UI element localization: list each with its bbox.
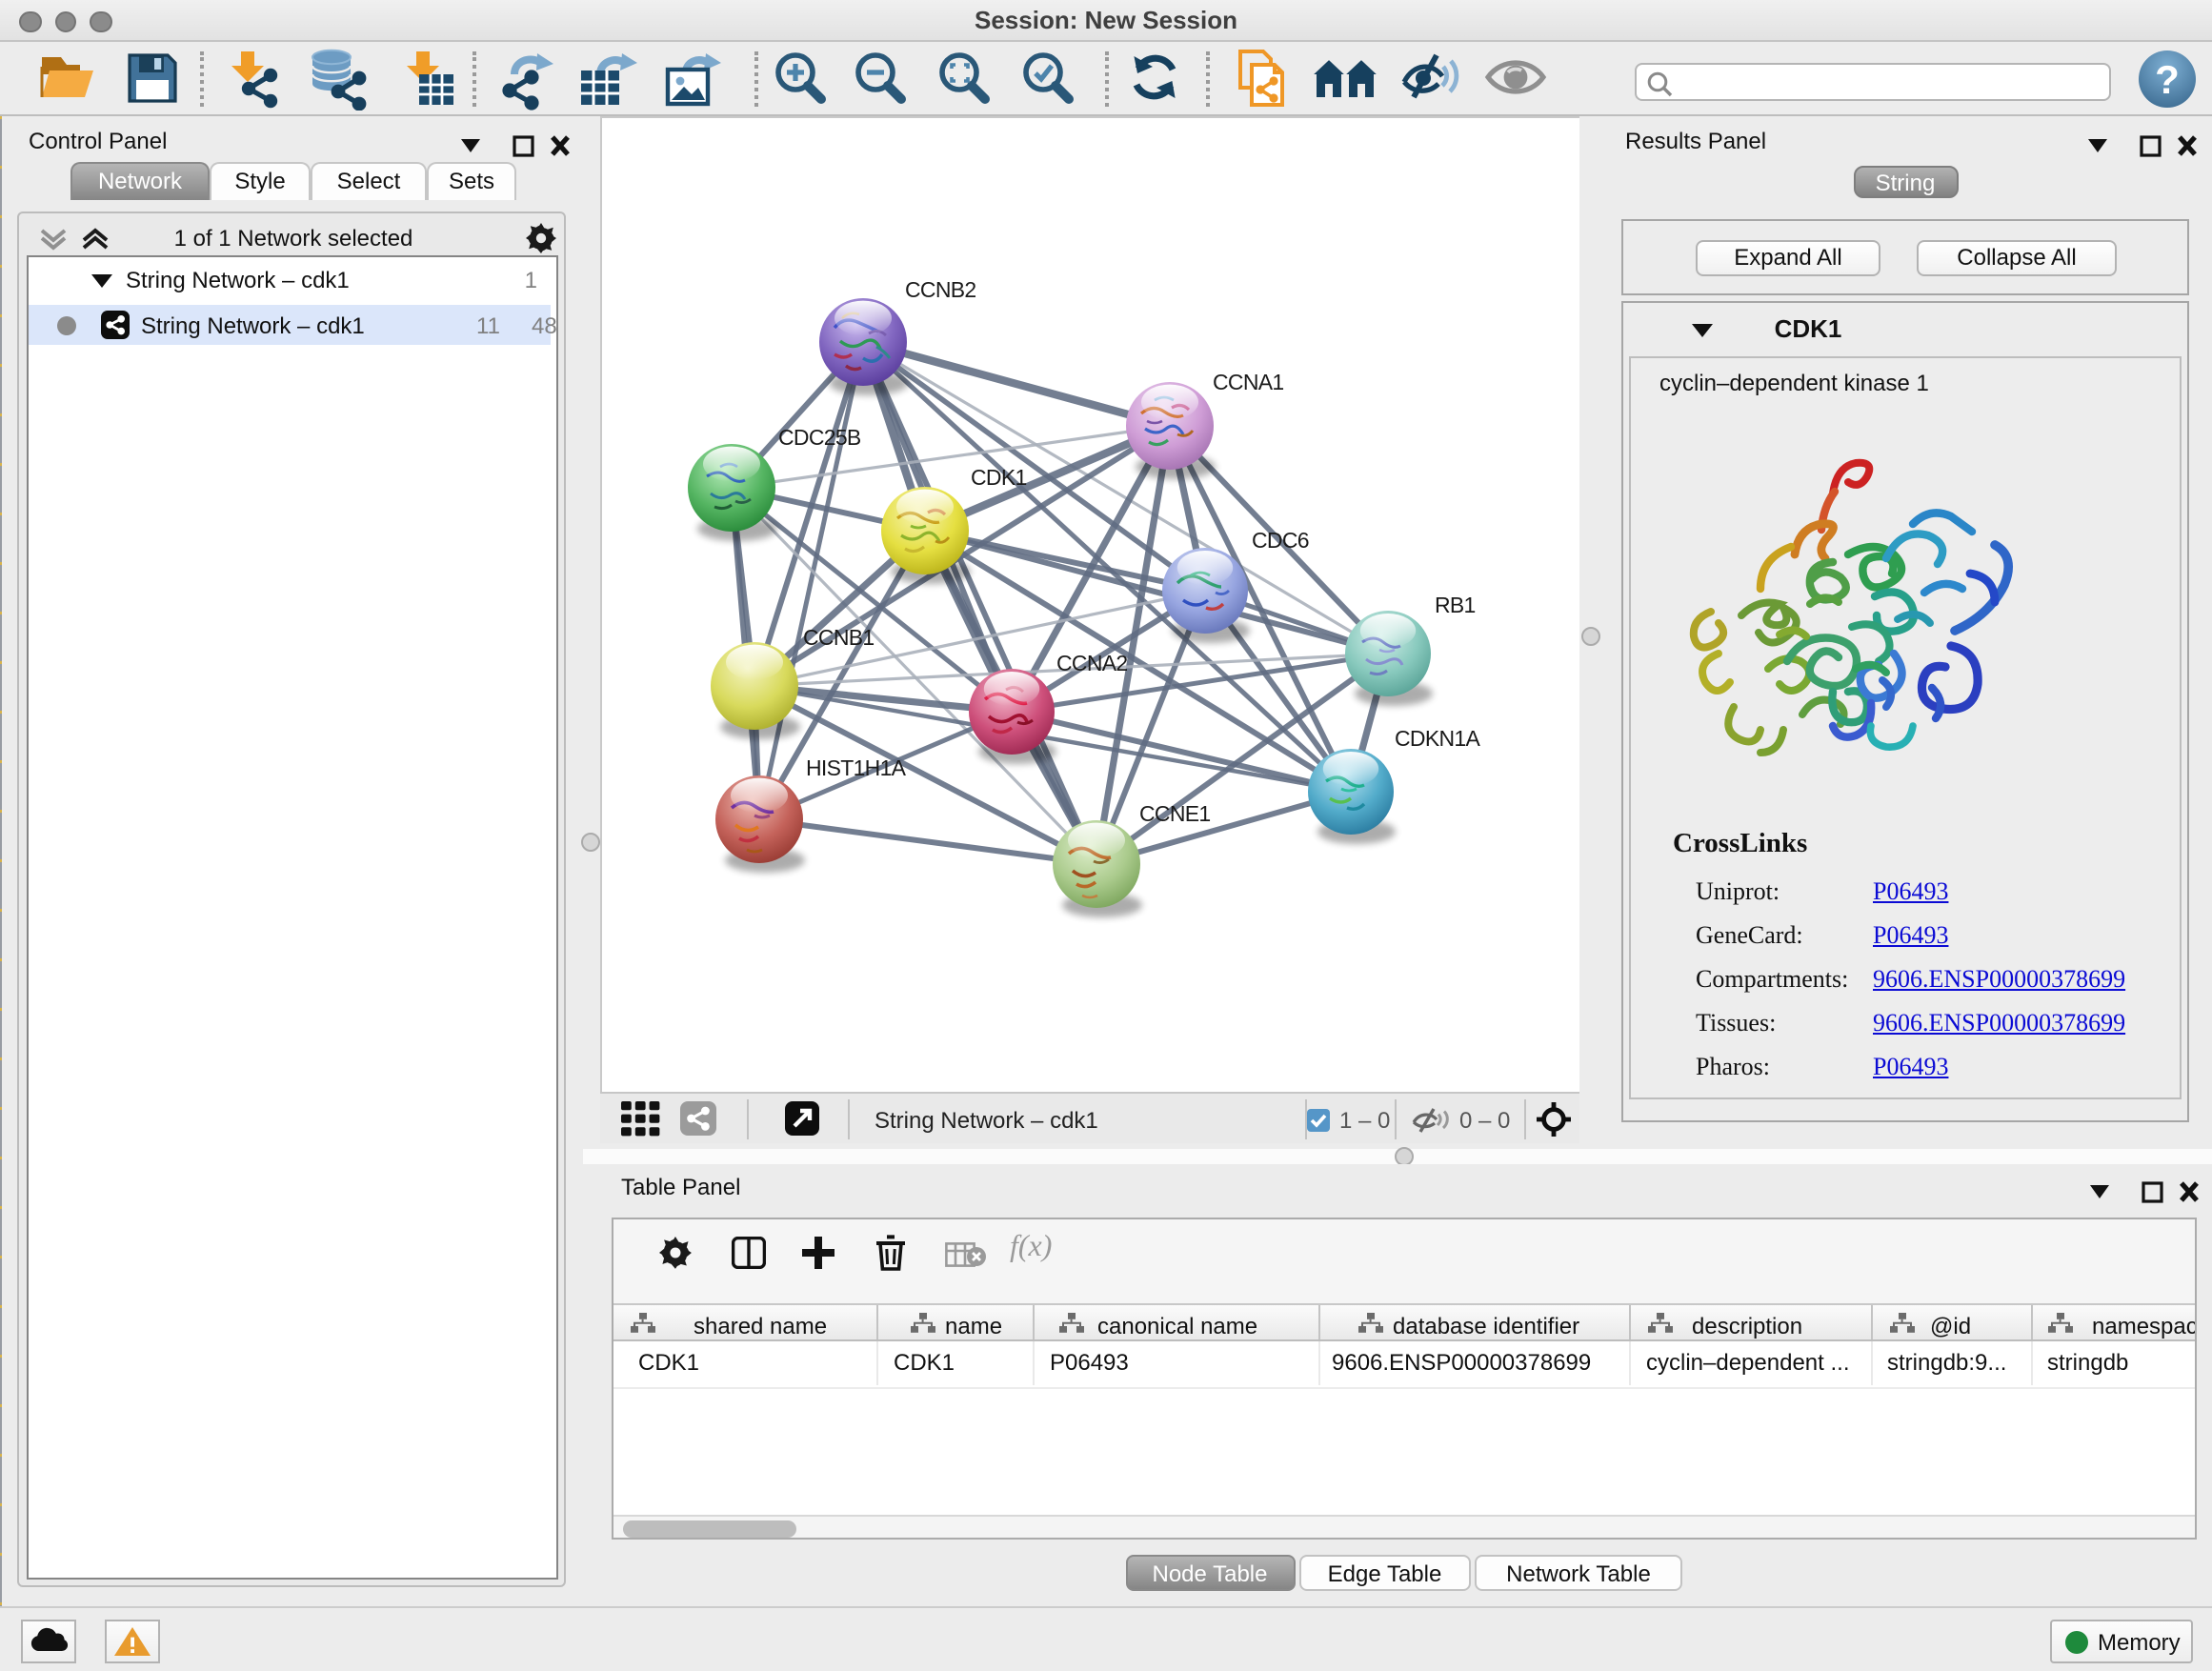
svg-text:CCNB2: CCNB2 — [905, 277, 975, 302]
svg-text:CCNE1: CCNE1 — [1139, 801, 1210, 826]
svg-text:CDC25B: CDC25B — [778, 425, 861, 450]
svg-text:CDK1: CDK1 — [971, 465, 1027, 490]
svg-text:CCNA1: CCNA1 — [1213, 370, 1283, 394]
svg-text:CCNB1: CCNB1 — [803, 625, 874, 650]
svg-text:HIST1H1A: HIST1H1A — [806, 755, 907, 780]
svg-text:CDC6: CDC6 — [1252, 528, 1309, 553]
svg-text:CDKN1A: CDKN1A — [1395, 726, 1480, 751]
svg-text:RB1: RB1 — [1435, 593, 1476, 617]
svg-text:?: ? — [2155, 57, 2180, 102]
svg-text:CCNA2: CCNA2 — [1056, 651, 1127, 675]
